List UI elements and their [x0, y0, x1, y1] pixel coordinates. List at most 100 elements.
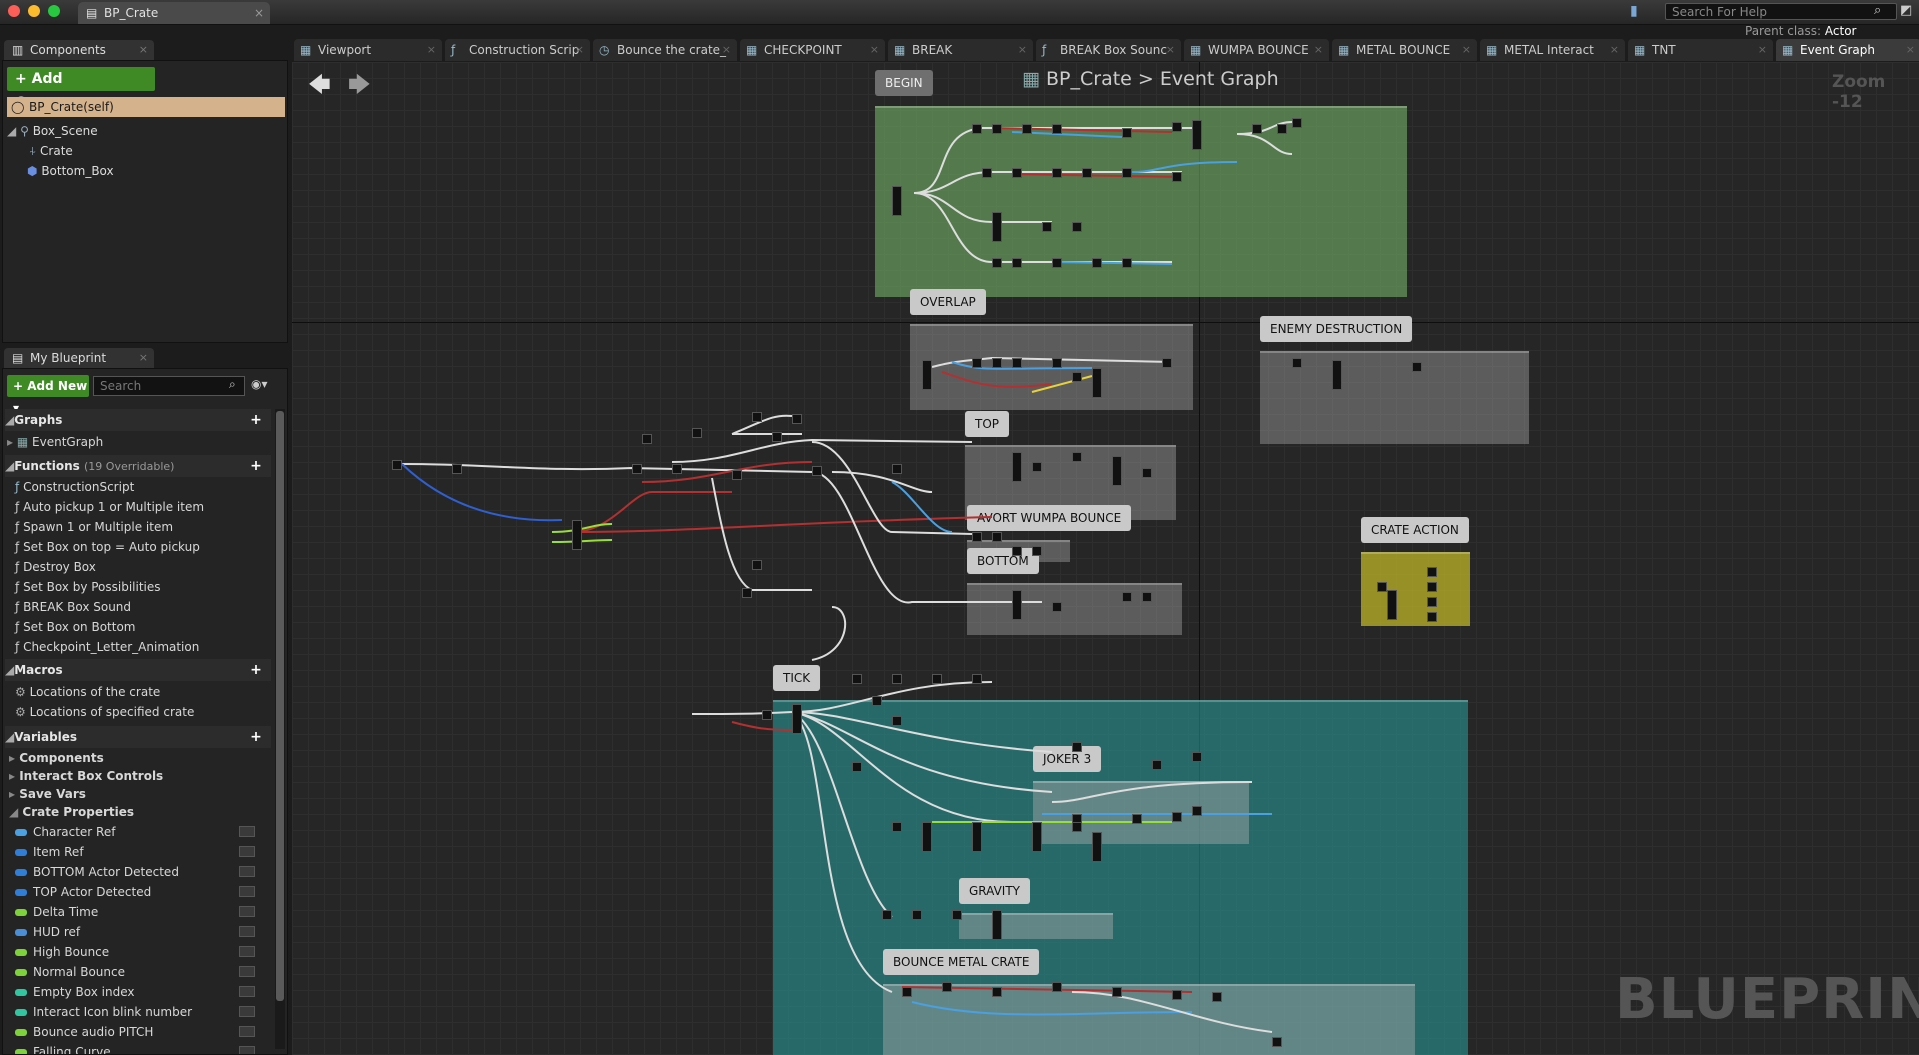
blueprint-node[interactable] — [1022, 124, 1032, 134]
blueprint-node[interactable] — [742, 588, 752, 598]
blueprint-node[interactable] — [972, 822, 982, 852]
add-graph-plus-icon[interactable]: + — [249, 413, 263, 427]
add-component-button[interactable]: + Add Component ▾ — [7, 67, 155, 111]
blueprint-node[interactable] — [992, 124, 1002, 134]
blueprint-node[interactable] — [1012, 258, 1022, 268]
blueprint-node[interactable] — [1052, 258, 1062, 268]
blueprint-node[interactable] — [1332, 360, 1342, 390]
parent-class-value[interactable]: Actor — [1825, 24, 1857, 38]
blueprint-node[interactable] — [1052, 124, 1062, 134]
editor-tab-9[interactable]: ▦ TNT × — [1628, 39, 1773, 61]
blueprint-node[interactable] — [1012, 168, 1022, 178]
editor-tab-1[interactable]: ƒ Construction Scrip × — [445, 39, 590, 61]
view-options-eye-icon[interactable]: ◉▾ — [251, 377, 268, 391]
blueprint-search-input[interactable]: Search — [93, 376, 245, 396]
blueprint-node[interactable] — [1092, 832, 1102, 862]
blueprint-node[interactable] — [992, 532, 1002, 542]
blueprint-node[interactable] — [972, 532, 982, 542]
blueprint-node[interactable] — [912, 910, 922, 920]
visibility-eye-icon[interactable] — [239, 1046, 255, 1054]
scrollbar-thumb[interactable] — [276, 411, 284, 1001]
blueprint-node[interactable] — [1427, 567, 1437, 577]
variable-item[interactable]: HUD ref — [15, 922, 271, 942]
variable-category-interact-box-controls[interactable]: ▸ Interact Box Controls — [9, 767, 271, 785]
blueprint-node[interactable] — [392, 460, 402, 470]
blueprint-node[interactable] — [1172, 172, 1182, 182]
add-new-button[interactable]: + Add New ▾ — [7, 375, 89, 415]
blueprint-node[interactable] — [1172, 812, 1182, 822]
visibility-eye-icon[interactable] — [239, 866, 255, 877]
tree-item-bottom-box[interactable]: ⬢ Bottom_Box — [27, 161, 114, 181]
blueprint-node[interactable] — [1042, 222, 1052, 232]
editor-tab-0[interactable]: ▦ Viewport × — [294, 39, 442, 61]
blueprint-node[interactable] — [1122, 168, 1132, 178]
tree-item-box-scene[interactable]: ◢ ⚲ Box_Scene — [7, 121, 98, 141]
variable-item[interactable]: Empty Box index — [15, 982, 271, 1002]
blueprint-node[interactable] — [762, 710, 772, 720]
blueprint-node[interactable] — [1172, 122, 1182, 132]
blueprint-node[interactable] — [1112, 987, 1122, 997]
visibility-eye-icon[interactable] — [239, 886, 255, 897]
blueprint-node[interactable] — [892, 716, 902, 726]
variable-item[interactable]: Character Ref — [15, 822, 271, 842]
function-item[interactable]: ƒ Set Box by Possibilities — [15, 577, 271, 597]
blueprint-node[interactable] — [632, 464, 642, 474]
close-icon[interactable]: × — [1906, 39, 1915, 61]
chat-icon[interactable]: ▮ — [1630, 3, 1638, 19]
self-item[interactable]: ◯ BP_Crate(self) — [7, 97, 285, 117]
blueprint-node[interactable] — [992, 358, 1002, 368]
visibility-eye-icon[interactable] — [239, 1006, 255, 1017]
blueprint-node[interactable] — [1072, 822, 1082, 832]
blueprint-node[interactable] — [1052, 168, 1062, 178]
variable-item[interactable]: High Bounce — [15, 942, 271, 962]
function-item-constructionscript[interactable]: ƒ ConstructionScript — [15, 477, 271, 497]
blueprint-node[interactable] — [1427, 597, 1437, 607]
visibility-eye-icon[interactable] — [239, 1026, 255, 1037]
blueprint-node[interactable] — [1277, 124, 1287, 134]
editor-tab-7[interactable]: ▦ METAL BOUNCE × — [1332, 39, 1477, 61]
blueprint-node[interactable] — [1122, 258, 1132, 268]
close-icon[interactable]: × — [722, 39, 731, 61]
blueprint-node[interactable] — [892, 822, 902, 832]
blueprint-node[interactable] — [1192, 806, 1202, 816]
blueprint-node[interactable] — [1132, 814, 1142, 824]
add-macro-plus-icon[interactable]: + — [249, 663, 263, 677]
blueprint-node[interactable] — [1122, 592, 1132, 602]
editor-tab-8[interactable]: ▦ METAL Interact × — [1480, 39, 1625, 61]
blueprint-node[interactable] — [1162, 358, 1172, 368]
close-icon[interactable]: × — [870, 39, 879, 61]
blueprint-node[interactable] — [882, 910, 892, 920]
blueprint-node[interactable] — [1092, 368, 1102, 398]
close-icon[interactable]: × — [139, 40, 148, 60]
variable-item[interactable]: BOTTOM Actor Detected — [15, 862, 271, 882]
blueprint-node[interactable] — [1012, 358, 1022, 368]
blueprint-node[interactable] — [922, 360, 932, 390]
functions-category[interactable]: ◢Functions (19 Overridable) + — [5, 455, 271, 477]
variable-category-crate-properties[interactable]: ◢ Crate Properties — [9, 803, 271, 821]
blueprint-node[interactable] — [1152, 760, 1162, 770]
blueprint-node[interactable] — [922, 822, 932, 852]
blueprint-node[interactable] — [892, 186, 902, 216]
event-graph-canvas[interactable]: 🡄 🡆 ▦ BP_Crate > Event Graph Zoom -12 BL… — [292, 62, 1919, 1055]
my-blueprint-tab[interactable]: ▤ My Blueprint × — [4, 348, 154, 368]
feedback-icon[interactable]: ◩ — [1900, 3, 1912, 18]
blueprint-node[interactable] — [1172, 990, 1182, 1000]
blueprint-node[interactable] — [1032, 822, 1042, 852]
blueprint-node[interactable] — [692, 428, 702, 438]
blueprint-node[interactable] — [942, 982, 952, 992]
macro-item[interactable]: ⚙ Locations of specified crate — [15, 702, 271, 722]
editor-tab-4[interactable]: ▦ BREAK × — [888, 39, 1033, 61]
blueprint-node[interactable] — [1427, 582, 1437, 592]
close-icon[interactable]: × — [1610, 39, 1619, 61]
function-item[interactable]: ƒ Set Box on top = Auto pickup — [15, 537, 271, 557]
variable-item[interactable]: Interact Icon blink number — [15, 1002, 271, 1022]
blueprint-node[interactable] — [452, 464, 462, 474]
macros-category[interactable]: ◢Macros + — [5, 659, 271, 681]
blueprint-node[interactable] — [1412, 362, 1422, 372]
blueprint-node[interactable] — [1377, 582, 1387, 592]
maximize-window-button[interactable] — [48, 5, 60, 17]
function-item[interactable]: ƒ Set Box on Bottom — [15, 617, 271, 637]
blueprint-node[interactable] — [972, 124, 982, 134]
tree-item-crate[interactable]: ⍭ Crate — [29, 141, 73, 161]
close-window-button[interactable] — [8, 5, 20, 17]
